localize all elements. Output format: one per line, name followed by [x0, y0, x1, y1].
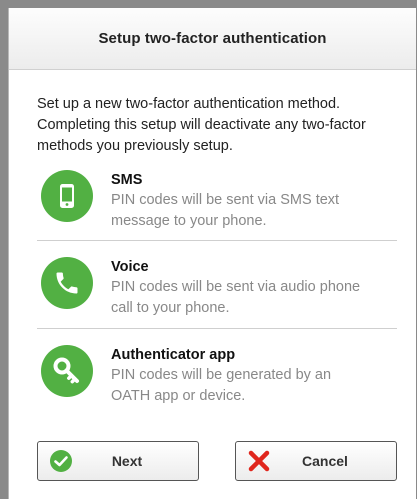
phone-icon [41, 170, 93, 222]
next-button[interactable]: Next [37, 441, 199, 481]
close-icon [246, 448, 272, 474]
setup-2fa-dialog: Setup two-factor authentication Set up a… [8, 8, 416, 499]
key-icon [41, 345, 93, 397]
dialog-buttons: Next Cancel [37, 441, 397, 481]
dialog-header: Setup two-factor authentication [9, 8, 416, 70]
next-button-label: Next [111, 453, 143, 469]
cancel-button-label: Cancel [302, 453, 348, 469]
method-title: Authenticator app [111, 347, 236, 363]
method-voice[interactable]: Voice PIN codes will be sent via audio p… [37, 240, 397, 328]
method-sms[interactable]: SMS PIN codes will be sent via SMS text … [37, 166, 397, 240]
cancel-button[interactable]: Cancel [235, 441, 397, 481]
method-description: PIN codes will be sent via audio phone c… [111, 279, 361, 316]
check-circle-icon [48, 448, 74, 474]
intro-text: Set up a new two-factor authentication m… [37, 96, 366, 154]
method-title: Voice [111, 259, 149, 275]
dialog-title: Setup two-factor authentication [98, 30, 327, 47]
method-description: PIN codes will be generated by an OATH a… [111, 367, 332, 404]
method-list: SMS PIN codes will be sent via SMS text … [37, 166, 397, 424]
handset-icon [41, 257, 93, 309]
method-title: SMS [111, 172, 143, 188]
method-description: PIN codes will be sent via SMS text mess… [111, 192, 340, 229]
method-authenticator-app[interactable]: Authenticator app PIN codes will be gene… [37, 328, 397, 424]
